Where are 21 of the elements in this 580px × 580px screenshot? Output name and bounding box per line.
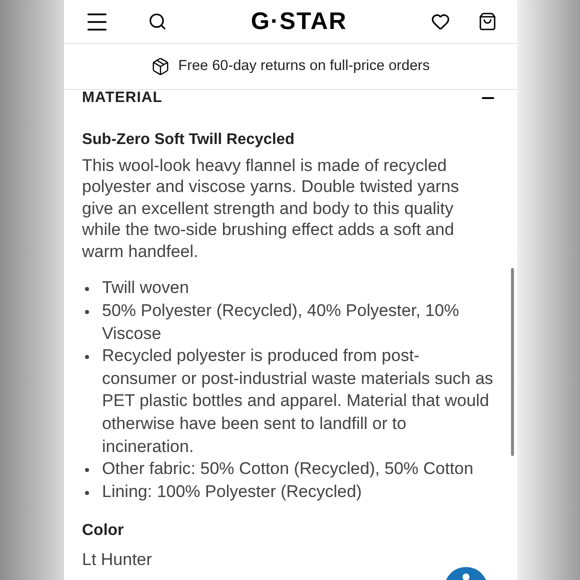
section-heading[interactable]: MATERIAL <box>82 87 162 110</box>
bullet-icon <box>85 310 89 314</box>
bullet-icon <box>85 355 89 360</box>
bullet-icon <box>85 287 89 292</box>
color-value: Lt Hunter <box>82 549 152 572</box>
material-bullet: Twill woven <box>102 277 189 300</box>
material-title: Sub-Zero Soft Twill Recycled <box>82 130 296 150</box>
material-bullet: Other fabric: 50% Cotton (Recycled), 50% Cotton <box>102 458 474 480</box>
color-label: Color <box>82 521 124 542</box>
material-bullet: Recycled polyester is produced from post-consumer or post-industrial waste materials such as PET plastic bottles and apparel. Material that would otherwise have been sent to landfill or to incineration. <box>102 345 494 458</box>
material-bullet: Lining: 100% Polyester (Recycled) <box>102 480 362 503</box>
bullet-icon <box>85 490 89 495</box>
search-icon[interactable] <box>148 12 167 31</box>
bag-icon[interactable] <box>478 12 497 31</box>
material-description: This wool-look heavy flannel is made of recycled polyester and viscose yarns. Double twisted yarns give an excellent strength and body to this quality while the two-side brushing effect adds a soft and warm handfeel. <box>82 154 460 262</box>
material-bullet: 50% Polyester (Recycled), 40% Polyester, 10% Viscose <box>102 300 460 345</box>
logo[interactable]: G·STAR <box>250 10 348 34</box>
bullet-icon <box>85 468 89 472</box>
box-icon <box>151 57 170 76</box>
heart-icon[interactable] <box>431 12 450 31</box>
banner-text: Free 60-day returns on full-price orders <box>178 56 430 76</box>
